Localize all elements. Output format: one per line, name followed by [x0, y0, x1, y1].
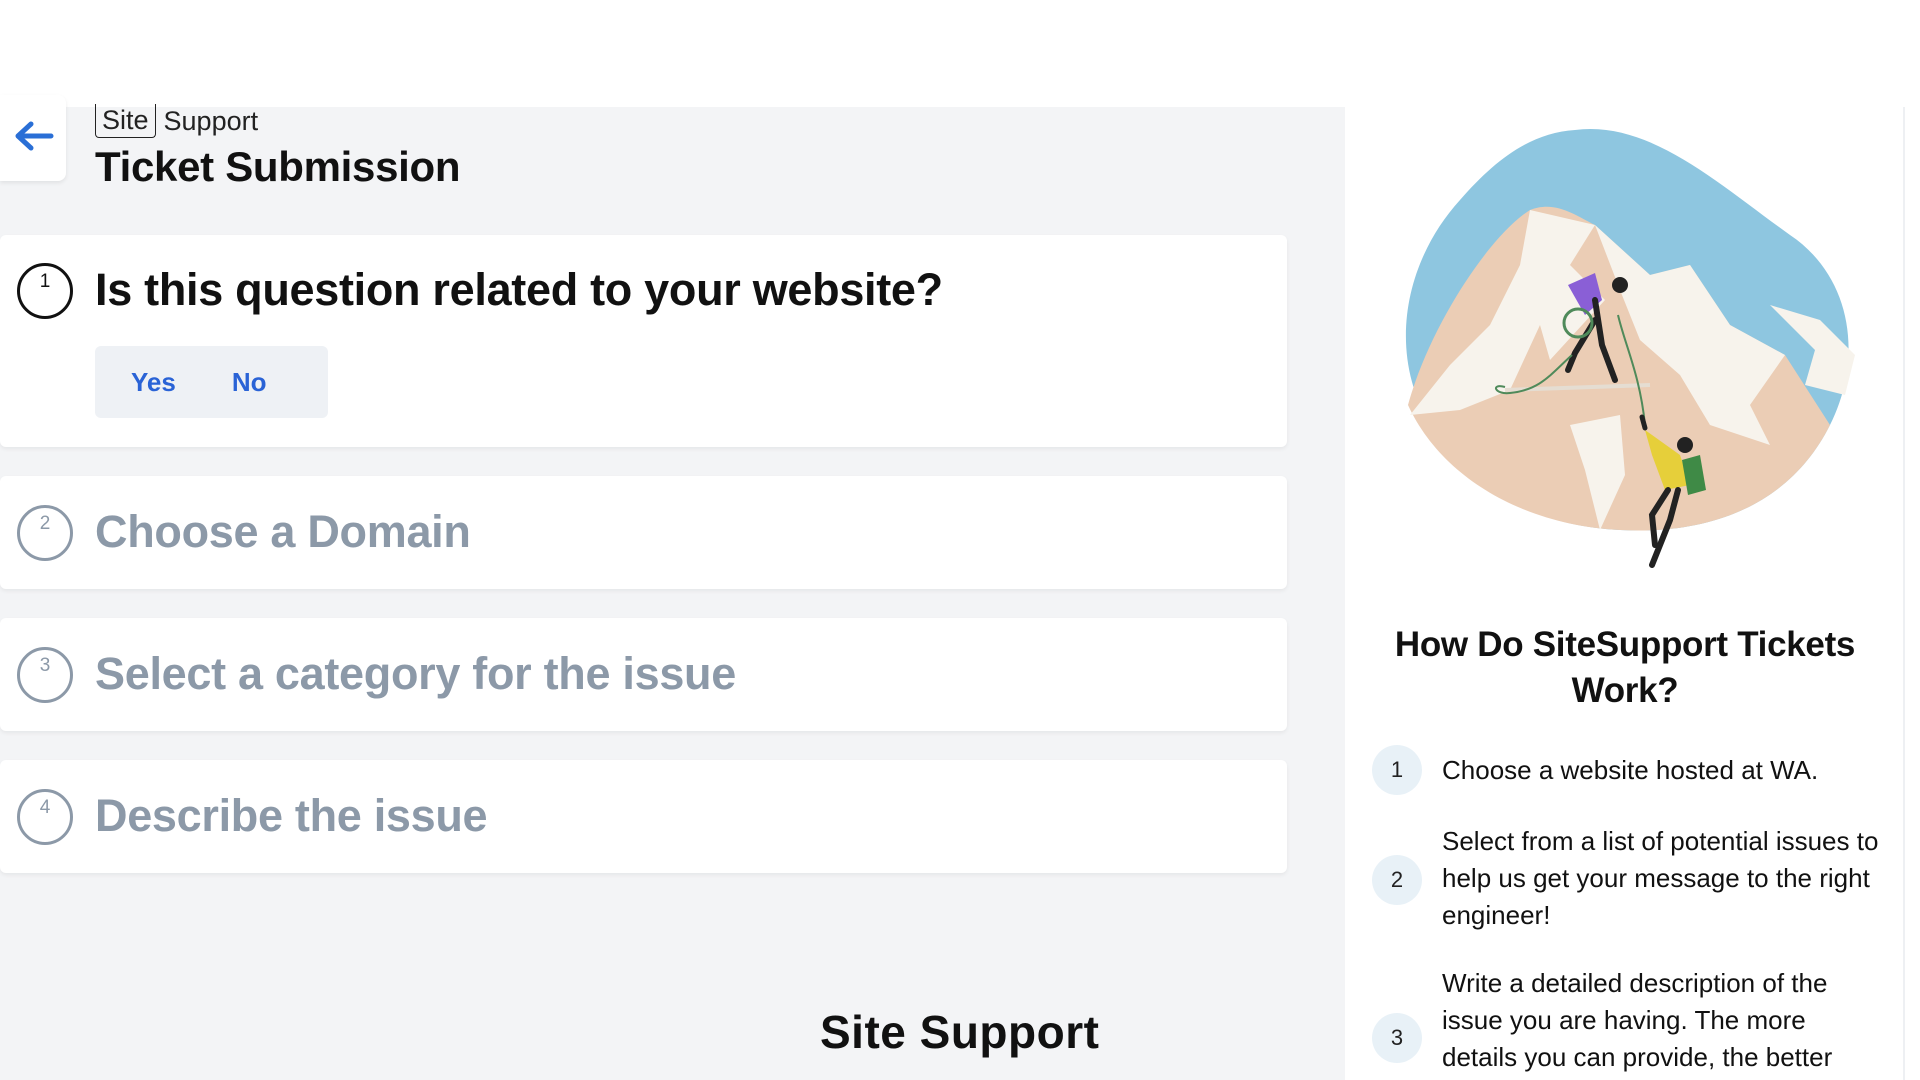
footer-site-support-label: Site Support	[820, 1006, 1100, 1058]
how-step-text-1: Choose a website hosted at WA.	[1442, 755, 1819, 785]
breadcrumb-label: Support	[163, 105, 259, 136]
how-it-works-title: How Do SiteSupport Tickets Work?	[1394, 625, 1856, 710]
step-number-1: 1	[17, 263, 73, 319]
step-title-2: Choose a Domain	[95, 506, 471, 557]
step-card-2[interactable]: 2 Choose a Domain	[0, 476, 1287, 589]
how-step-number-1: 1	[1372, 745, 1422, 795]
how-step-3: 3 Write a detailed description of the is…	[1372, 965, 1892, 1080]
step-number-3: 3	[17, 647, 73, 703]
yes-no-toggle: Yes No	[95, 346, 328, 418]
step-card-1: 1 Is this question related to your websi…	[0, 235, 1287, 447]
yes-button[interactable]: Yes	[131, 367, 176, 398]
step-card-3[interactable]: 3 Select a category for the issue	[0, 618, 1287, 731]
step-number-2: 2	[17, 505, 73, 561]
step-card-4[interactable]: 4 Describe the issue	[0, 760, 1287, 873]
how-step-text-2: Select from a list of potential issues t…	[1442, 826, 1879, 930]
how-step-2: 2 Select from a list of potential issues…	[1372, 823, 1892, 943]
step-title-4: Describe the issue	[95, 790, 488, 841]
how-step-1: 1 Choose a website hosted at WA.	[1372, 745, 1892, 805]
how-step-text-3: Write a detailed description of the issu…	[1442, 968, 1833, 1072]
how-step-number-2: 2	[1372, 855, 1422, 905]
page-title: Ticket Submission	[95, 143, 461, 190]
brand-logo[interactable]: Site	[95, 104, 156, 138]
back-button[interactable]	[0, 95, 66, 181]
how-step-number-3: 3	[1372, 1013, 1422, 1063]
mountain-climbers-illustration	[1390, 125, 1860, 580]
breadcrumb: Site Support	[95, 104, 258, 138]
step-number-4: 4	[17, 789, 73, 845]
no-button[interactable]: No	[232, 367, 267, 398]
arrow-left-icon	[11, 120, 55, 157]
step-title-3: Select a category for the issue	[95, 648, 736, 699]
step-title-1: Is this question related to your website…	[95, 264, 943, 315]
